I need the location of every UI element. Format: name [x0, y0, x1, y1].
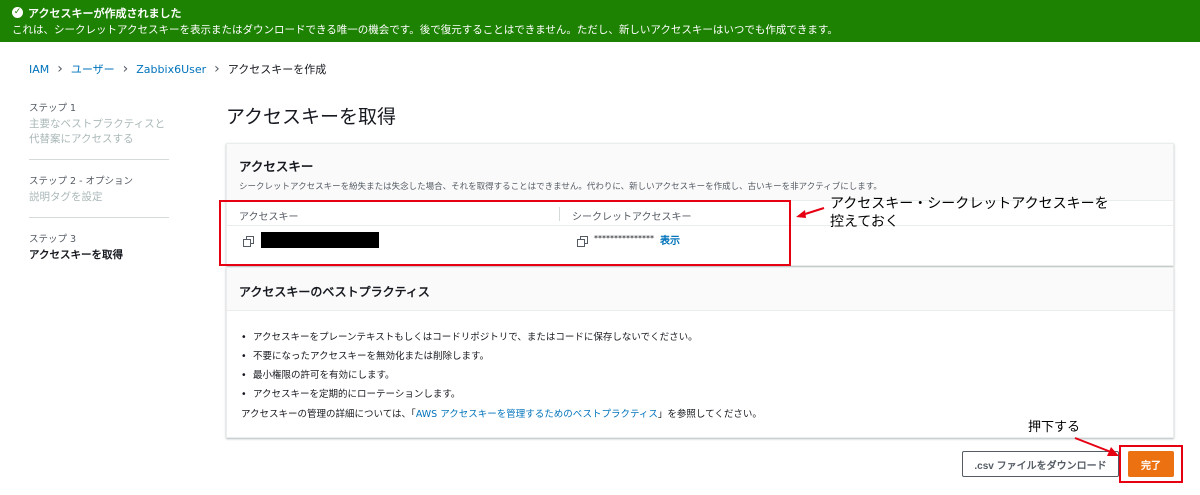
- annotation-note-keys: アクセスキー・シークレットアクセスキーを 控えておく: [830, 195, 1150, 231]
- list-item: アクセスキーを定期的にローテーションします。: [241, 385, 1173, 404]
- list-item: 不要になったアクセスキーを無効化または削除します。: [241, 347, 1173, 366]
- step-number: ステップ 1: [29, 103, 77, 114]
- panel-title: アクセスキーのベストプラクティス: [239, 285, 430, 299]
- breadcrumb-current: アクセスキーを作成: [227, 63, 327, 76]
- step-2: ステップ 2 - オプション 説明タグを設定: [29, 173, 169, 218]
- panel-header: アクセスキーのベストプラクティス: [227, 268, 1173, 311]
- annotation-note-line: 控えておく: [830, 214, 899, 230]
- annotation-note-line: アクセスキー・シークレットアクセスキーを: [830, 196, 1109, 212]
- panel-header: アクセスキー シークレットアクセスキーを紛失または失念した場合、それを取得するこ…: [227, 144, 1173, 201]
- step-number: ステップ 3: [29, 234, 77, 245]
- breadcrumb-iam[interactable]: IAM: [29, 63, 49, 76]
- wizard-steps: ステップ 1 主要なベストプラクティスと代替案にアクセスする ステップ 2 - …: [29, 100, 169, 288]
- annotation-highlight-done: [1119, 445, 1183, 483]
- check-circle-icon: ✓: [12, 7, 23, 18]
- step-1: ステップ 1 主要なベストプラクティスと代替案にアクセスする: [29, 100, 169, 160]
- breadcrumb-users[interactable]: ユーザー: [71, 61, 115, 77]
- chevron-right-icon: ›: [122, 60, 129, 77]
- chevron-right-icon: ›: [214, 60, 220, 77]
- step-title: 主要なベストプラクティスと代替案にアクセスする: [29, 118, 166, 145]
- annotation-arrow-icon: [796, 207, 825, 218]
- more-info-prefix: アクセスキーの管理の詳細については、「: [241, 409, 416, 420]
- annotation-arrow-icon: [1074, 437, 1119, 456]
- breadcrumb: IAM › ユーザー › Zabbix6User › アクセスキーを作成: [29, 61, 326, 77]
- step-title: アクセスキーを取得: [29, 249, 123, 261]
- best-practices-panel: アクセスキーのベストプラクティス アクセスキーをプレーンテキストもしくはコードリ…: [226, 267, 1174, 438]
- breadcrumb-user[interactable]: Zabbix6User: [136, 63, 206, 76]
- list-item: 最小権限の許可を有効にします。: [241, 366, 1173, 385]
- annotation-highlight-keys: [219, 200, 791, 266]
- step-3: ステップ 3 アクセスキーを取得: [29, 231, 169, 275]
- annotation-note-press: 押下する: [1028, 420, 1081, 435]
- chevron-right-icon: ›: [57, 60, 63, 77]
- banner-title: アクセスキーが作成されました: [28, 6, 182, 20]
- list-item: アクセスキーをプレーンテキストもしくはコードリポジトリで、またはコードに保存しな…: [241, 328, 1173, 347]
- success-banner: ✓ アクセスキーが作成されました これは、シークレットアクセスキーを表示またはダ…: [0, 0, 1200, 42]
- page-title: アクセスキーを取得: [226, 106, 397, 128]
- panel-description: シークレットアクセスキーを紛失または失念した場合、それを取得することはできません…: [239, 182, 882, 192]
- best-practices-link[interactable]: AWS アクセスキーを管理するためのベストプラクティス: [416, 409, 658, 420]
- panel-title: アクセスキー: [239, 159, 314, 174]
- best-practices-list: アクセスキーをプレーンテキストもしくはコードリポジトリで、またはコードに保存しな…: [227, 311, 1173, 404]
- more-info-suffix: 」を参照してください。: [657, 409, 762, 420]
- step-title: 説明タグを設定: [29, 191, 103, 203]
- banner-message: これは、シークレットアクセスキーを表示またはダウンロードできる唯一の機会です。後…: [12, 24, 838, 36]
- step-number: ステップ 2 - オプション: [29, 176, 134, 187]
